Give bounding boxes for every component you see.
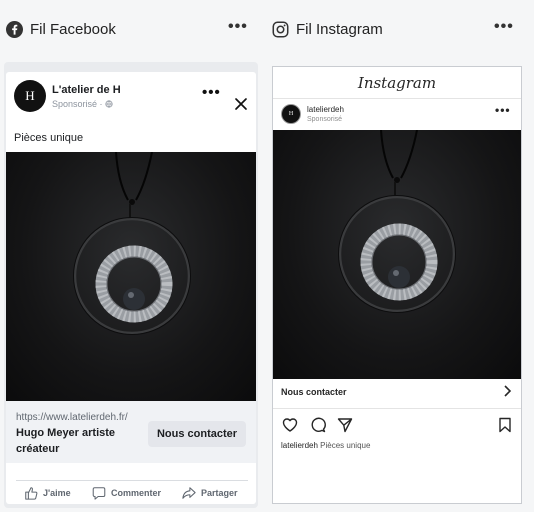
post-image[interactable]: [6, 151, 256, 401]
close-icon[interactable]: [234, 97, 248, 111]
post-options-icon[interactable]: •••: [202, 85, 221, 100]
chevron-right-icon[interactable]: [503, 385, 513, 397]
actions-divider: [16, 480, 248, 481]
like-label: J'aime: [43, 488, 71, 498]
contact-button[interactable]: Nous contacter: [148, 421, 246, 447]
share-icon[interactable]: [337, 417, 353, 433]
share-button[interactable]: Partager: [182, 486, 238, 500]
facebook-post-preview: H L'atelier de H Sponsorisé · ••• Pièces…: [4, 62, 258, 508]
link-headline[interactable]: Hugo Meyer artiste créateur: [16, 425, 146, 457]
facebook-icon: [6, 20, 23, 38]
instagram-post-preview: Instagram H latelierdeh Sponsorisé ••• N…: [272, 66, 522, 504]
link-url[interactable]: https://www.latelierdeh.fr/: [16, 412, 128, 423]
share-icon: [182, 487, 196, 499]
contact-button[interactable]: Nous contacter: [281, 387, 347, 397]
comment-label: Commenter: [111, 488, 162, 498]
account-avatar[interactable]: H: [281, 104, 301, 124]
instagram-logo: Instagram: [357, 74, 437, 92]
instagram-feed-header: Fil Instagram: [272, 18, 383, 40]
caption-text: Pièces unique: [320, 441, 371, 450]
like-button[interactable]: J'aime: [24, 486, 71, 500]
post-caption: Pièces unique: [14, 132, 84, 144]
post-caption: latelierdeh Pièces unique: [281, 441, 370, 450]
bookmark-icon[interactable]: [497, 417, 513, 433]
header-divider: [273, 98, 521, 99]
facebook-feed-title: Fil Facebook: [30, 20, 116, 38]
caption-username[interactable]: latelierdeh: [281, 441, 318, 450]
sponsored-text: Sponsorisé ·: [52, 99, 106, 109]
account-username[interactable]: latelierdeh: [307, 105, 344, 114]
post-options-icon[interactable]: •••: [495, 104, 511, 116]
instagram-icon: [272, 21, 289, 38]
thumbs-up-icon: [25, 487, 38, 500]
share-label: Partager: [201, 488, 238, 498]
pendant-illustration: [73, 151, 191, 335]
comment-icon[interactable]: [310, 417, 326, 433]
page-avatar[interactable]: H: [14, 80, 46, 112]
sponsored-label: Sponsorisé ·: [52, 99, 113, 110]
comment-icon: [92, 487, 106, 500]
facebook-post-card: H L'atelier de H Sponsorisé · ••• Pièces…: [6, 72, 256, 504]
instagram-more-icon[interactable]: •••: [494, 18, 514, 36]
cta-divider: [273, 408, 521, 409]
facebook-feed-header: Fil Facebook: [6, 18, 116, 40]
sponsored-label: Sponsorisé: [307, 116, 343, 123]
post-image[interactable]: [273, 129, 521, 379]
globe-icon: [105, 100, 113, 110]
pendant-illustration: [338, 129, 456, 313]
comment-button[interactable]: Commenter: [92, 486, 161, 500]
facebook-more-icon[interactable]: •••: [228, 18, 248, 36]
page-name[interactable]: L'atelier de H: [52, 84, 121, 96]
heart-icon[interactable]: [282, 417, 298, 433]
instagram-feed-title: Fil Instagram: [296, 20, 383, 38]
